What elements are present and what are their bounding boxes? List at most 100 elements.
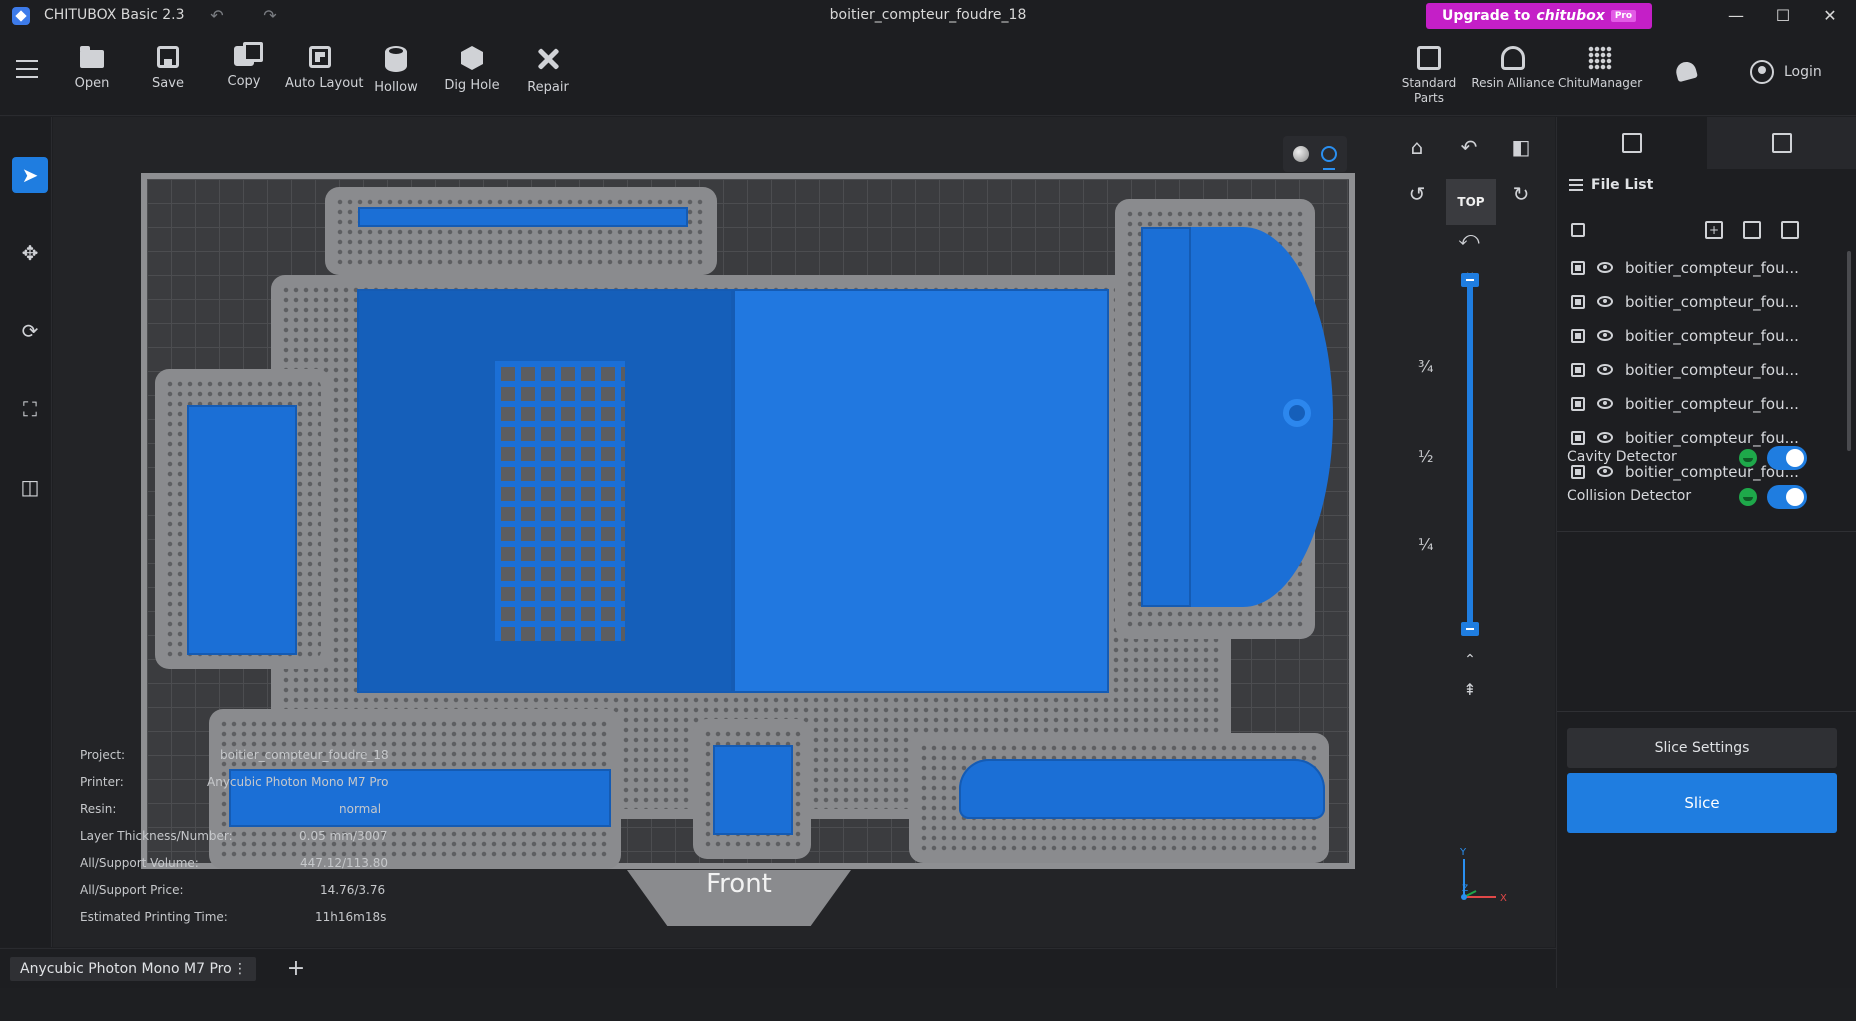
eye-icon[interactable] xyxy=(1597,296,1613,307)
scale-icon: ⛶ xyxy=(23,397,37,421)
model-part[interactable] xyxy=(1141,227,1191,607)
standard-parts-button[interactable]: Standard Parts xyxy=(1400,40,1458,106)
tab-workspace[interactable] xyxy=(1707,117,1856,169)
open-button[interactable]: Open xyxy=(57,40,127,100)
list-item[interactable]: boitier_compteur_fou... xyxy=(1557,387,1845,421)
more-options-icon[interactable]: ⋮ xyxy=(232,957,248,981)
save-button[interactable]: Save xyxy=(133,40,203,100)
auto-layout-button[interactable]: Auto Layout xyxy=(285,40,364,100)
hollow-button[interactable]: Hollow xyxy=(361,40,431,100)
select-all-checkbox[interactable] xyxy=(1571,223,1585,237)
chitumanager-button[interactable]: ChituManager xyxy=(1558,40,1642,91)
eye-icon[interactable] xyxy=(1597,398,1613,409)
rotate-left-view-icon[interactable]: ↶ xyxy=(1452,130,1486,164)
render-mode-toggle[interactable] xyxy=(1283,136,1347,172)
rotate-tool-button[interactable]: ⟳ xyxy=(12,313,48,349)
file-checkbox[interactable] xyxy=(1571,329,1585,343)
hamburger-menu-icon[interactable] xyxy=(16,60,40,80)
move-tool-button[interactable]: ✥ xyxy=(12,235,48,271)
layout-icon xyxy=(309,46,331,68)
list-item[interactable]: boitier_compteur_fou... xyxy=(1557,319,1845,353)
top-view-button[interactable]: TOP xyxy=(1446,179,1496,225)
divider xyxy=(1557,711,1856,712)
scale-tool-button[interactable]: ⛶ xyxy=(12,391,48,427)
iso-view-icon[interactable]: ◧ xyxy=(1504,130,1538,164)
save-label: Save xyxy=(152,76,184,91)
delete-file-icon[interactable] xyxy=(1781,221,1799,239)
add-printer-tab-button[interactable]: + xyxy=(284,955,308,983)
front-label: Front xyxy=(706,869,772,899)
select-tool-button[interactable]: ➤ xyxy=(12,157,48,193)
model-part[interactable] xyxy=(358,207,688,227)
dig-hole-button[interactable]: Dig Hole xyxy=(437,40,507,100)
panel-tabs xyxy=(1557,117,1856,169)
repair-button[interactable]: Repair xyxy=(513,40,583,100)
slice-button[interactable]: Slice xyxy=(1567,773,1837,833)
layer-slider-bottom-handle[interactable] xyxy=(1461,622,1479,636)
mirror-tool-button[interactable]: ◫ xyxy=(12,469,48,505)
list-item[interactable]: boitier_compteur_fou... xyxy=(1557,353,1845,387)
flip-view-icon[interactable]: ⤺ xyxy=(1452,221,1486,255)
list-item[interactable]: boitier_compteur_fou... xyxy=(1557,285,1845,319)
layer-slider-top-handle[interactable] xyxy=(1461,273,1479,287)
collision-detector-toggle[interactable] xyxy=(1767,485,1807,509)
eye-icon[interactable] xyxy=(1597,364,1613,375)
merge-file-icon[interactable] xyxy=(1743,221,1761,239)
file-list-scrollbar[interactable] xyxy=(1847,251,1851,451)
info-volume-value: 447.12/113.80 xyxy=(300,856,389,870)
copy-button[interactable]: Copy xyxy=(209,40,279,100)
eye-icon[interactable] xyxy=(1597,330,1613,341)
upgrade-button[interactable]: Upgrade to chitubox Pro xyxy=(1426,3,1652,29)
eye-icon[interactable] xyxy=(1597,432,1613,443)
add-file-icon[interactable]: + xyxy=(1705,221,1723,239)
info-price-key: All/Support Price: xyxy=(80,883,184,897)
tab-file-list[interactable] xyxy=(1557,117,1707,169)
file-checkbox[interactable] xyxy=(1571,397,1585,411)
undo-icon[interactable]: ↶ xyxy=(205,4,229,28)
info-volume-key: All/Support Volume: xyxy=(80,856,199,870)
list-icon xyxy=(1569,179,1583,191)
axis-z-label: Z xyxy=(1462,884,1468,894)
eye-icon[interactable] xyxy=(1597,262,1613,273)
info-project-value: boitier_compteur_foudre_18 xyxy=(220,748,389,762)
standard-parts-label: Standard Parts xyxy=(1401,76,1457,105)
minimize-icon[interactable]: — xyxy=(1716,2,1756,30)
slice-settings-button[interactable]: Slice Settings xyxy=(1567,728,1837,768)
workspace-icon xyxy=(1772,133,1792,153)
file-checkbox[interactable] xyxy=(1571,295,1585,309)
slider-down-chevron-icon[interactable]: ⌃ xyxy=(1453,643,1487,677)
file-checkbox[interactable] xyxy=(1571,363,1585,377)
layer-settings-icon[interactable]: ⇞ xyxy=(1453,673,1487,707)
cavity-detector-toggle[interactable] xyxy=(1767,446,1807,470)
info-printer-key: Printer: xyxy=(80,775,124,789)
model-part[interactable] xyxy=(187,405,297,655)
printer-tab[interactable]: Anycubic Photon Mono M7 Pro xyxy=(10,957,256,981)
layer-slider-track[interactable] xyxy=(1467,281,1473,629)
list-item[interactable]: boitier_compteur_fou... xyxy=(1557,251,1845,285)
home-view-icon[interactable]: ⌂ xyxy=(1400,130,1434,164)
user-icon xyxy=(1750,60,1774,84)
model-part[interactable] xyxy=(713,745,793,835)
maximize-icon[interactable]: ☐ xyxy=(1763,2,1803,30)
close-icon[interactable]: ✕ xyxy=(1810,2,1850,30)
slider-mark-quarter: ¼ xyxy=(1418,535,1434,554)
file-checkbox[interactable] xyxy=(1571,261,1585,275)
rotate-cw-view-icon[interactable]: ↻ xyxy=(1504,177,1538,211)
resin-alliance-button[interactable]: Resin Alliance xyxy=(1470,40,1556,91)
xray-shading-icon[interactable] xyxy=(1321,146,1337,170)
info-price-value: 14.76/3.76 xyxy=(320,883,386,897)
solid-shading-icon[interactable] xyxy=(1293,146,1309,162)
printer-tabs-bar: Anycubic Photon Mono M7 Pro ⋮ + xyxy=(0,948,1556,988)
redo-icon[interactable]: ↷ xyxy=(258,4,282,28)
model-part[interactable] xyxy=(959,759,1325,819)
login-button[interactable]: Login xyxy=(1750,60,1822,84)
smiley-ok-icon xyxy=(1739,449,1757,467)
hollow-label: Hollow xyxy=(374,80,418,95)
model-grid-cutout xyxy=(495,361,625,641)
model-hub xyxy=(1283,399,1311,427)
notification-bell-icon[interactable] xyxy=(1674,59,1698,83)
rotate-ccw-view-icon[interactable]: ↺ xyxy=(1400,177,1434,211)
3d-viewport[interactable]: Front ⌂ ↶ ◧ ↺ TOP ↻ ⤺ ⌄ ¾ ½ ¼ ⌃ ⇞ Y Z X xyxy=(53,117,1555,947)
status-bar xyxy=(0,988,1856,1021)
model-part[interactable] xyxy=(733,289,1109,693)
